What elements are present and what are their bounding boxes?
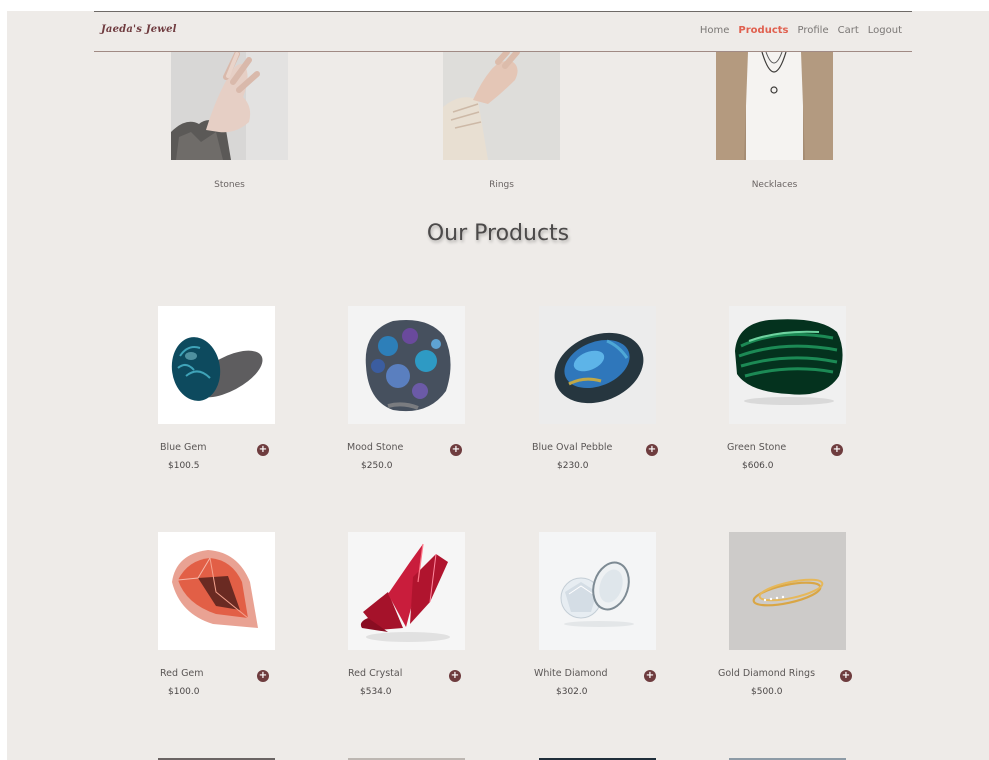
product-price: $230.0 <box>557 461 589 471</box>
product-price: $534.0 <box>360 687 392 697</box>
product-name[interactable]: Green Stone <box>727 442 786 453</box>
plus-circle-icon[interactable]: + <box>257 670 269 682</box>
nav-link-home[interactable]: Home <box>700 25 730 36</box>
product-image[interactable] <box>729 532 846 650</box>
product-price: $500.0 <box>751 687 783 697</box>
product-price: $100.5 <box>168 461 200 471</box>
product-name[interactable]: Gold Diamond Rings <box>718 668 815 679</box>
product-card[interactable]: Green Stone + $606.0 <box>727 306 846 471</box>
product-price: $250.0 <box>361 461 393 471</box>
product-image[interactable] <box>158 532 275 650</box>
category-image-necklaces[interactable] <box>716 52 833 160</box>
category-label[interactable]: Necklaces <box>716 180 833 190</box>
nav-link-cart[interactable]: Cart <box>838 25 859 36</box>
product-image[interactable] <box>539 306 656 424</box>
plus-circle-icon[interactable]: + <box>450 444 462 456</box>
category-necklaces[interactable]: Necklaces <box>716 52 833 190</box>
product-image[interactable] <box>158 306 275 424</box>
product-image[interactable] <box>348 532 465 650</box>
nav-link-logout[interactable]: Logout <box>868 25 902 36</box>
product-card[interactable]: Red Gem + $100.0 <box>158 532 275 697</box>
product-card[interactable]: Blue Gem + $100.5 <box>158 306 275 471</box>
product-name[interactable]: White Diamond <box>534 668 608 679</box>
plus-circle-icon[interactable]: + <box>831 444 843 456</box>
category-rings[interactable]: Rings <box>443 52 560 190</box>
product-price: $100.0 <box>168 687 200 697</box>
brand-logo[interactable]: Jaeda's Jewel <box>101 24 177 35</box>
plus-circle-icon[interactable]: + <box>257 444 269 456</box>
product-image[interactable] <box>348 306 465 424</box>
product-price: $302.0 <box>556 687 588 697</box>
product-name[interactable]: Blue Oval Pebble <box>532 442 612 453</box>
product-price: $606.0 <box>742 461 774 471</box>
category-stones[interactable]: Stones <box>171 52 288 190</box>
product-card[interactable]: Blue Oval Pebble + $230.0 <box>532 306 658 471</box>
product-name[interactable]: Blue Gem <box>160 442 207 453</box>
top-nav: Jaeda's Jewel Home Products Profile Cart… <box>94 11 912 52</box>
section-title: Our Products <box>426 221 570 246</box>
plus-circle-icon[interactable]: + <box>646 444 658 456</box>
plus-circle-icon[interactable]: + <box>644 670 656 682</box>
product-card[interactable]: White Diamond + $302.0 <box>534 532 656 697</box>
category-image-rings[interactable] <box>443 52 560 160</box>
product-card[interactable]: Red Crystal + $534.0 <box>348 532 465 697</box>
category-image-stones[interactable] <box>171 52 288 160</box>
nav-link-profile[interactable]: Profile <box>798 25 829 36</box>
product-card[interactable]: Mood Stone + $250.0 <box>347 306 465 471</box>
category-label[interactable]: Rings <box>443 180 560 190</box>
product-image[interactable] <box>729 306 846 424</box>
product-name[interactable]: Mood Stone <box>347 442 403 453</box>
product-image[interactable] <box>539 532 656 650</box>
page: Jaeda's Jewel Home Products Profile Cart… <box>7 11 989 760</box>
nav-links: Home Products Profile Cart Logout <box>700 25 902 36</box>
category-label[interactable]: Stones <box>171 180 288 190</box>
product-card[interactable]: Gold Diamond Rings + $500.0 <box>718 532 852 697</box>
nav-link-products[interactable]: Products <box>738 25 788 36</box>
plus-circle-icon[interactable]: + <box>840 670 852 682</box>
product-name[interactable]: Red Crystal <box>348 668 402 679</box>
plus-circle-icon[interactable]: + <box>449 670 461 682</box>
product-name[interactable]: Red Gem <box>160 668 204 679</box>
